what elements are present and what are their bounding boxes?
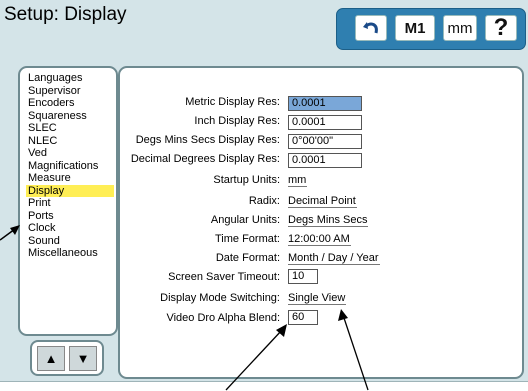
callout-arrow-display <box>0 225 20 241</box>
callout-arrows <box>0 225 369 391</box>
callout-arrow-alpha-blend <box>225 324 287 391</box>
callout-arrow-display-mode <box>338 309 369 391</box>
